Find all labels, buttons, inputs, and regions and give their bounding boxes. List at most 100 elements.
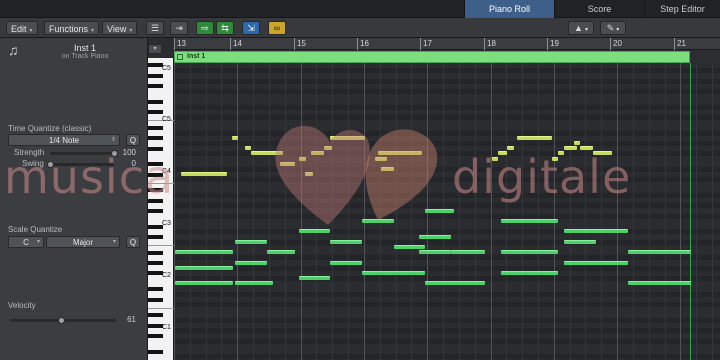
black-key[interactable] <box>148 198 163 203</box>
midi-in-button[interactable]: ⇨ <box>196 21 214 35</box>
midi-note[interactable] <box>232 135 239 140</box>
midi-out-button[interactable]: ⇆ <box>216 21 234 35</box>
velocity-slider-knob[interactable] <box>57 317 65 324</box>
pencil-tool-menu[interactable]: ✎ ▾ <box>600 21 626 35</box>
black-key[interactable] <box>148 188 163 193</box>
collapse-button[interactable]: ⇥ <box>170 21 188 35</box>
black-key[interactable] <box>148 323 163 328</box>
black-key[interactable] <box>148 110 163 115</box>
strength-slider-track[interactable] <box>50 152 114 155</box>
midi-note[interactable] <box>580 146 593 151</box>
midi-note[interactable] <box>497 151 508 156</box>
black-key[interactable] <box>148 250 163 255</box>
midi-note[interactable] <box>175 250 234 255</box>
midi-note[interactable] <box>564 260 628 265</box>
midi-note[interactable] <box>491 156 498 161</box>
swing-slider-track[interactable] <box>50 163 114 166</box>
midi-note[interactable] <box>564 229 628 234</box>
edit-menu[interactable]: Edit ▾ <box>6 21 38 35</box>
black-key[interactable] <box>148 162 163 167</box>
black-key[interactable] <box>148 287 163 292</box>
time-quantize-select[interactable]: 1/4 Note ⇕ <box>8 134 120 146</box>
black-key[interactable] <box>148 261 163 266</box>
midi-note[interactable] <box>501 219 559 223</box>
midi-note[interactable] <box>235 281 274 286</box>
midi-note[interactable] <box>181 172 228 177</box>
midi-note[interactable] <box>592 151 612 156</box>
midi-note[interactable] <box>251 151 283 156</box>
midi-note[interactable] <box>425 281 486 286</box>
black-key[interactable] <box>148 349 163 354</box>
tab-step-editor[interactable]: Step Editor <box>644 0 720 18</box>
functions-menu[interactable]: Functions ▾ <box>44 21 100 35</box>
black-key[interactable] <box>148 99 163 104</box>
midi-note[interactable] <box>235 239 267 244</box>
black-key[interactable] <box>148 297 163 302</box>
midi-note[interactable] <box>564 239 597 244</box>
black-key[interactable] <box>148 224 163 229</box>
midi-note[interactable] <box>266 250 296 255</box>
midi-note[interactable] <box>558 151 565 156</box>
midi-note[interactable] <box>551 156 559 161</box>
midi-note[interactable] <box>298 276 331 281</box>
midi-note[interactable] <box>564 146 578 151</box>
midi-note[interactable] <box>298 156 307 161</box>
scale-root-select[interactable]: C ▾ <box>8 236 44 248</box>
midi-note[interactable] <box>330 135 366 140</box>
black-key[interactable] <box>148 84 163 89</box>
midi-note[interactable] <box>393 245 426 249</box>
swing-slider-knob[interactable] <box>47 161 54 168</box>
black-key[interactable] <box>148 209 163 213</box>
midi-note[interactable] <box>425 208 454 213</box>
black-key[interactable] <box>148 271 163 276</box>
scale-mode-select[interactable]: Major ▾ <box>46 236 120 248</box>
midi-note[interactable] <box>627 250 692 255</box>
midi-note[interactable] <box>450 250 486 255</box>
piano-keyboard[interactable] <box>148 58 174 360</box>
midi-note[interactable] <box>304 172 313 177</box>
black-key[interactable] <box>148 136 163 141</box>
tab-score[interactable]: Score <box>554 0 644 18</box>
midi-note[interactable] <box>330 260 362 265</box>
midi-note[interactable] <box>361 271 426 275</box>
midi-note[interactable] <box>418 234 451 239</box>
midi-note[interactable] <box>330 239 362 244</box>
inspector-collapse-button[interactable]: ▾ <box>148 44 162 54</box>
midi-note[interactable] <box>380 167 394 171</box>
midi-note[interactable] <box>361 219 394 223</box>
midi-note[interactable] <box>323 146 332 151</box>
link-button[interactable]: ∞ <box>268 21 286 35</box>
catch-playhead-button[interactable]: ⇲ <box>242 21 260 35</box>
bar-ruler[interactable]: 13 14 15 16 17 18 19 20 21 <box>174 38 720 50</box>
midi-note[interactable] <box>175 265 234 270</box>
time-quantize-q-button[interactable]: Q <box>126 134 140 146</box>
view-menu[interactable]: View ▾ <box>102 21 138 35</box>
midi-note[interactable] <box>573 141 581 145</box>
scale-quantize-q-button[interactable]: Q <box>126 236 140 248</box>
midi-note[interactable] <box>377 151 423 156</box>
midi-note[interactable] <box>516 135 552 140</box>
black-key[interactable] <box>148 63 163 68</box>
pointer-tool-menu[interactable]: ▲ ▾ <box>568 21 594 35</box>
midi-note[interactable] <box>298 229 331 234</box>
midi-note[interactable] <box>279 161 296 166</box>
midi-note[interactable] <box>627 281 692 286</box>
midi-note[interactable] <box>501 250 559 255</box>
quantize-lines-button[interactable]: ☰ <box>146 21 164 35</box>
midi-note[interactable] <box>175 281 234 286</box>
midi-note[interactable] <box>235 260 267 265</box>
midi-note[interactable] <box>311 151 324 156</box>
black-key[interactable] <box>148 73 163 78</box>
black-key[interactable] <box>148 172 163 177</box>
black-key[interactable] <box>148 146 163 151</box>
midi-note[interactable] <box>244 146 252 151</box>
midi-note[interactable] <box>501 271 559 275</box>
midi-note[interactable] <box>507 146 514 151</box>
black-key[interactable] <box>148 313 163 318</box>
midi-note[interactable] <box>374 156 388 161</box>
black-key[interactable] <box>148 333 163 338</box>
midi-note[interactable] <box>418 250 451 255</box>
black-key[interactable] <box>148 125 163 130</box>
black-key[interactable] <box>148 235 163 240</box>
midi-region-header[interactable]: Inst 1 <box>174 51 690 63</box>
